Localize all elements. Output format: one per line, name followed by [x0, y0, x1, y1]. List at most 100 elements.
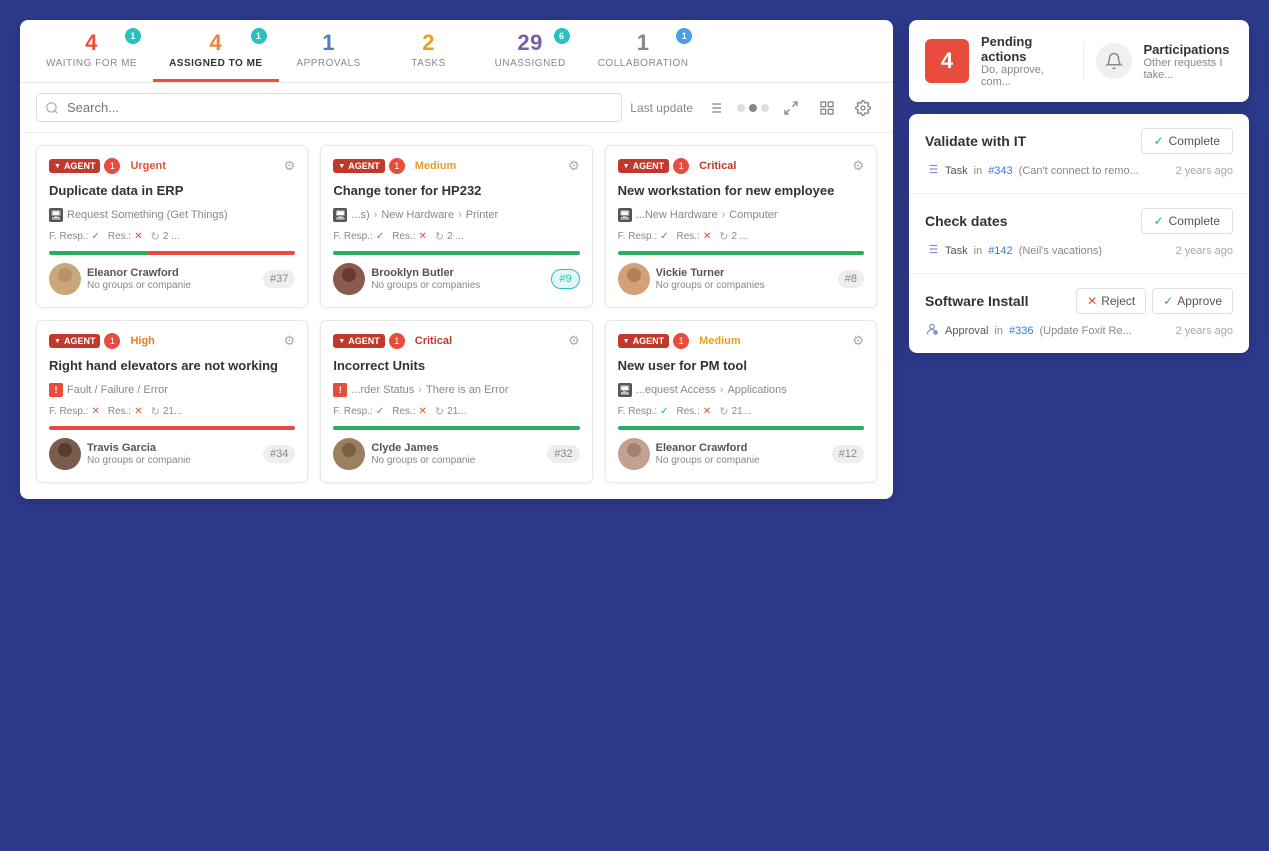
- tabs-bar: 4 WAITING FOR ME 1 4 ASSIGNED TO ME 1 1 …: [20, 20, 893, 83]
- agent-count: 1: [389, 333, 405, 349]
- card-meta: F. Resp.: ✓ Res.: ✕ ↻ 2 ...: [49, 230, 295, 243]
- tab-assigned-count: 4: [209, 32, 222, 54]
- action-row: Check dates ✓ Complete: [925, 208, 1233, 234]
- tab-assigned-label: ASSIGNED TO ME: [169, 58, 263, 69]
- meta-fresp: F. Resp.: ✓: [618, 231, 669, 242]
- res-x-icon: ✕: [419, 406, 427, 417]
- progress-bar: [49, 251, 295, 255]
- assignee-info: Travis Garcia No groups or companie: [87, 442, 191, 466]
- category-icon: 🖥: [333, 208, 347, 222]
- res-x-icon: ✕: [134, 231, 142, 242]
- avatar: [618, 263, 650, 295]
- card-meta: F. Resp.: ✓ Res.: ✕ ↻ 21...: [333, 405, 579, 418]
- card-header: AGENT 1 Medium ⚙: [618, 333, 864, 349]
- card-title: New user for PM tool: [618, 357, 864, 375]
- settings-icon[interactable]: [849, 94, 877, 122]
- tab-waiting[interactable]: 4 WAITING FOR ME 1: [30, 20, 153, 82]
- meta-cycle: ↻ 21...: [435, 405, 467, 418]
- gear-icon[interactable]: ⚙: [568, 158, 580, 174]
- meta-fresp: F. Resp.: ✓: [49, 231, 100, 242]
- meta-cycle: ↻ 21...: [151, 405, 183, 418]
- category-icon: !: [49, 383, 63, 397]
- meta-res: Res.: ✕: [392, 231, 427, 242]
- gear-icon[interactable]: ⚙: [284, 333, 296, 349]
- sort-icon[interactable]: [701, 94, 729, 122]
- particip-info: Participations Other requests I take...: [1144, 42, 1234, 81]
- filter-dot-low: [737, 104, 745, 112]
- check-icon: ✓: [1154, 214, 1164, 228]
- ticket-badge: #12: [832, 445, 864, 463]
- pending-header: 4 Pending actions Do, approve, com... Pa…: [909, 20, 1249, 102]
- tab-collab-badge: 1: [676, 28, 692, 44]
- progress-bar: [618, 251, 864, 255]
- tab-assigned-badge: 1: [251, 28, 267, 44]
- meta-res: Res.: ✕: [677, 406, 712, 417]
- action-meta: Task in #343 (Can't connect to remo... 2…: [925, 162, 1233, 179]
- complete-button[interactable]: ✓ Complete: [1141, 128, 1233, 154]
- grid-icon[interactable]: [813, 94, 841, 122]
- category-icon: 🖥: [618, 383, 632, 397]
- complete-button[interactable]: ✓ Complete: [1141, 208, 1233, 234]
- avatar: [333, 438, 365, 470]
- action-validate-it: Validate with IT ✓ Complete Task in #343…: [909, 114, 1249, 194]
- card-header-left: AGENT 1 Urgent: [49, 158, 172, 174]
- card-header: AGENT 1 Critical ⚙: [618, 158, 864, 174]
- tab-approvals-count: 1: [322, 32, 335, 54]
- assignee-info: Vickie Turner No groups or companies: [656, 267, 765, 291]
- tab-collab[interactable]: 1 COLLABORATION 1: [582, 20, 705, 82]
- card-category: 🖥 ...s) › New Hardware › Printer: [333, 208, 579, 222]
- reject-button[interactable]: ✕ Reject: [1076, 288, 1146, 314]
- ticket-badge: #37: [263, 270, 295, 288]
- tab-unassigned[interactable]: 29 UNASSIGNED 6: [479, 20, 582, 82]
- card-pm-tool: AGENT 1 Medium ⚙ New user for PM tool 🖥 …: [605, 320, 877, 483]
- card-incorrect-units: AGENT 1 Critical ⚙ Incorrect Units ! ...…: [320, 320, 592, 483]
- gear-icon[interactable]: ⚙: [852, 333, 864, 349]
- ticket-badge: #34: [263, 445, 295, 463]
- gear-icon[interactable]: ⚙: [284, 158, 296, 174]
- gear-icon[interactable]: ⚙: [568, 333, 580, 349]
- res-x-icon: ✕: [703, 406, 711, 417]
- meta-cycle: ↻ 2 ...: [151, 230, 180, 243]
- meta-cycle: ↻ 21...: [719, 405, 751, 418]
- card-workstation: AGENT 1 Critical ⚙ New workstation for n…: [605, 145, 877, 308]
- gear-icon[interactable]: ⚙: [852, 158, 864, 174]
- approve-button[interactable]: ✓ Approve: [1152, 288, 1233, 314]
- fresp-check-icon: ✓: [91, 231, 99, 242]
- card-header: AGENT 1 Urgent ⚙: [49, 158, 295, 174]
- card-category: ! Fault / Failure / Error: [49, 383, 295, 397]
- cat-arrow: ›: [720, 384, 724, 396]
- tab-approvals-label: APPROVALS: [296, 58, 360, 69]
- card-meta: F. Resp.: ✓ Res.: ✕ ↻ 2 ...: [618, 230, 864, 243]
- card-header-left: AGENT 1 Critical: [618, 158, 743, 174]
- agent-badge: AGENT: [49, 334, 100, 348]
- tab-approvals[interactable]: 1 APPROVALS: [279, 20, 379, 82]
- ticket-badge: #8: [838, 270, 864, 288]
- avatar: [618, 438, 650, 470]
- avatar: [49, 438, 81, 470]
- cat-arrow: ›: [418, 384, 422, 396]
- meta-fresp: F. Resp.: ✓: [333, 406, 384, 417]
- agent-badge: AGENT: [618, 334, 669, 348]
- meta-res: Res.: ✕: [108, 231, 143, 242]
- card-category: ! ...rder Status › There is an Error: [333, 383, 579, 397]
- right-panel: 4 Pending actions Do, approve, com... Pa…: [909, 20, 1249, 353]
- tab-collab-label: COLLABORATION: [598, 58, 689, 69]
- card-title: Right hand elevators are not working: [49, 357, 295, 375]
- expand-icon[interactable]: [777, 94, 805, 122]
- tab-tasks[interactable]: 2 TASKS: [379, 20, 479, 82]
- search-input[interactable]: [36, 93, 622, 122]
- card-title: New workstation for new employee: [618, 182, 864, 200]
- card-header-left: AGENT 1 Medium: [333, 158, 462, 174]
- priority-badge: Urgent: [124, 158, 171, 174]
- card-footer: Eleanor Crawford No groups or companie #…: [49, 263, 295, 295]
- filter-dots[interactable]: [737, 104, 769, 112]
- fresp-check-icon: ✓: [376, 231, 384, 242]
- divider: [1083, 41, 1084, 81]
- agent-count: 1: [389, 158, 405, 174]
- tab-assigned[interactable]: 4 ASSIGNED TO ME 1: [153, 20, 279, 82]
- task-icon: [925, 242, 939, 259]
- action-panel: Validate with IT ✓ Complete Task in #343…: [909, 114, 1249, 353]
- ticket-badge: #32: [547, 445, 579, 463]
- meta-fresp: F. Resp.: ✕: [49, 406, 100, 417]
- card-footer: Vickie Turner No groups or companies #8: [618, 263, 864, 295]
